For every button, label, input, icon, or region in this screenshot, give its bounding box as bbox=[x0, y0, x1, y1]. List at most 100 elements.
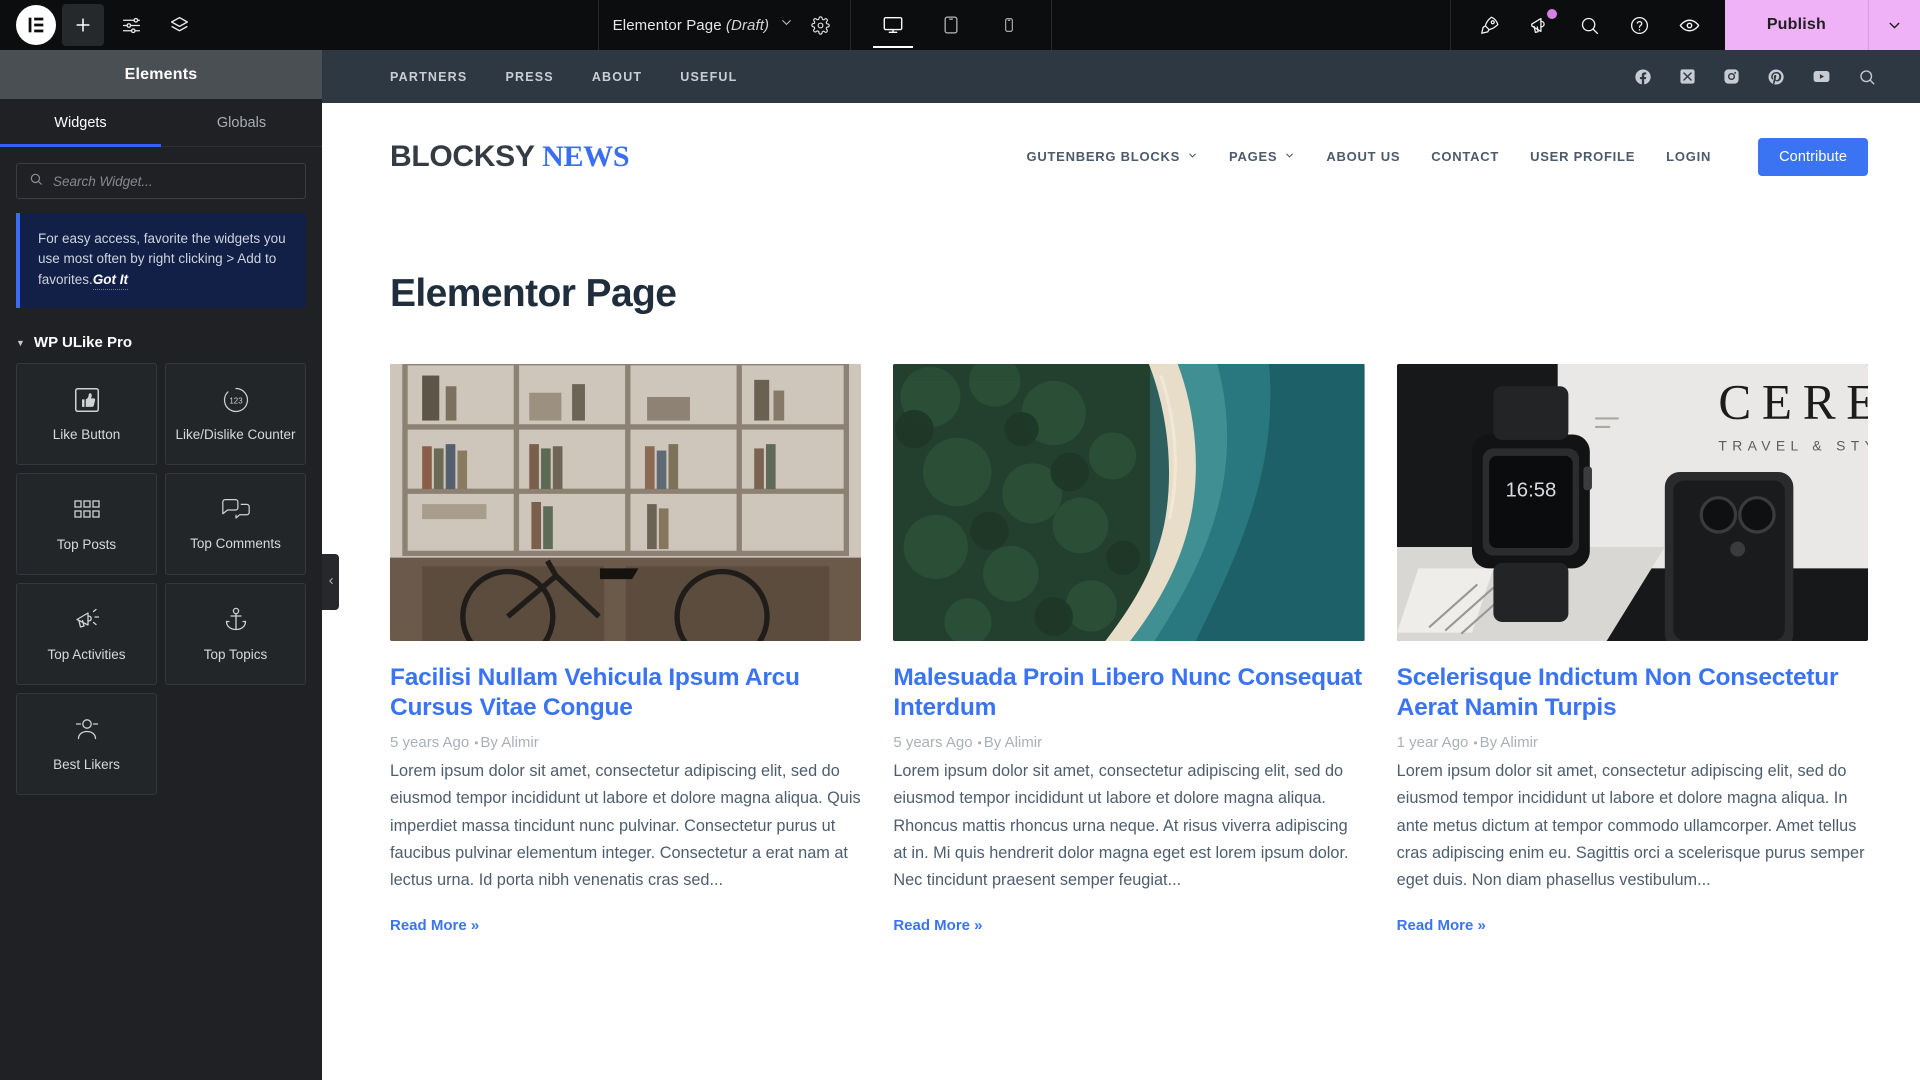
widget-top-activities[interactable]: Top Activities bbox=[16, 582, 157, 685]
widget-like-dislike-counter[interactable]: 123 Like/Dislike Counter bbox=[165, 362, 306, 465]
post-meta: 5 years Ago • By Alimir bbox=[390, 734, 861, 751]
tab-globals-label: Globals bbox=[216, 114, 267, 131]
utility-link-press[interactable]: PRESS bbox=[505, 70, 553, 84]
widget-category-wp-ulike-pro[interactable]: ▼ WP ULike Pro bbox=[0, 334, 322, 363]
svg-text:CEREA: CEREA bbox=[1718, 374, 1868, 429]
meta-separator: • bbox=[1473, 735, 1478, 750]
post-card: Facilisi Nullam Vehicula Ipsum Arcu Curs… bbox=[390, 364, 862, 934]
post-card: CEREA TRAVEL & STYLE bbox=[1396, 364, 1868, 934]
post-meta: 5 years Ago • By Alimir bbox=[893, 734, 1364, 751]
nav-item-gutenberg-blocks-label: GUTENBERG BLOCKS bbox=[1026, 149, 1181, 164]
nav-item-user-profile[interactable]: USER PROFILE bbox=[1530, 149, 1635, 164]
widget-like-button[interactable]: Like Button bbox=[16, 362, 157, 465]
widget-best-likers[interactable]: Best Likers bbox=[16, 692, 157, 795]
widget-top-posts[interactable]: Top Posts bbox=[16, 472, 157, 575]
widget-like-button-label: Like Button bbox=[52, 427, 121, 443]
post-title[interactable]: Facilisi Nullam Vehicula Ipsum Arcu Curs… bbox=[390, 663, 861, 723]
nav-item-login[interactable]: LOGIN bbox=[1666, 149, 1711, 164]
post-thumbnail-smartwatch[interactable]: CEREA TRAVEL & STYLE bbox=[1396, 364, 1868, 641]
document-status: (Draft) bbox=[725, 16, 770, 34]
utility-link-partners[interactable]: PARTNERS bbox=[390, 70, 467, 84]
utility-link-useful[interactable]: USEFUL bbox=[680, 70, 737, 84]
user-badge-icon bbox=[73, 715, 101, 745]
post-read-more-link[interactable]: Read More » bbox=[893, 917, 1364, 934]
device-desktop-button[interactable] bbox=[873, 2, 914, 48]
post-read-more-link[interactable]: Read More » bbox=[1397, 917, 1868, 934]
site-logo-part1: BLOCKSY bbox=[390, 139, 535, 173]
device-tablet-button[interactable] bbox=[935, 2, 967, 48]
preview-canvas: PARTNERS PRESS ABOUT USEFUL BLOCKSY NEWS… bbox=[322, 50, 1920, 1080]
search-icon[interactable] bbox=[1577, 12, 1603, 38]
search-icon[interactable] bbox=[1858, 68, 1876, 86]
page-title: Elementor Page bbox=[390, 272, 677, 315]
got-it-link[interactable]: Got It bbox=[92, 271, 129, 290]
x-twitter-icon[interactable] bbox=[1679, 68, 1696, 85]
widget-top-comments[interactable]: Top Comments bbox=[165, 472, 306, 575]
eye-icon[interactable] bbox=[1677, 12, 1703, 38]
tab-widgets-label: Widgets bbox=[54, 114, 107, 131]
site-logo-part2: NEWS bbox=[542, 139, 630, 173]
search-widget-box[interactable] bbox=[16, 163, 306, 199]
post-title[interactable]: Malesuada Proin Libero Nunc Consequat In… bbox=[893, 663, 1364, 723]
publish-options-button[interactable] bbox=[1868, 0, 1920, 50]
search-widget-input[interactable] bbox=[53, 173, 293, 189]
toolbar-action-icons bbox=[1449, 0, 1725, 50]
widget-top-topics-label: Top Topics bbox=[203, 647, 268, 663]
site-logo[interactable]: BLOCKSY NEWS bbox=[390, 139, 630, 174]
widget-top-posts-label: Top Posts bbox=[56, 537, 117, 553]
add-element-button[interactable] bbox=[62, 4, 104, 46]
elementor-logo-icon[interactable] bbox=[16, 5, 56, 45]
contribute-button[interactable]: Contribute bbox=[1758, 137, 1868, 176]
post-thumbnail-bookshelf[interactable] bbox=[390, 364, 862, 641]
comments-icon bbox=[220, 496, 252, 524]
nav-item-contact[interactable]: CONTACT bbox=[1431, 149, 1499, 164]
facebook-icon[interactable] bbox=[1634, 68, 1652, 86]
chevron-down-icon bbox=[1284, 149, 1295, 164]
widget-like-dislike-counter-label: Like/Dislike Counter bbox=[175, 427, 296, 443]
elementor-toolbar: Elementor Page (Draft) Publish bbox=[0, 0, 1920, 50]
document-title-text: Elementor Page bbox=[612, 16, 722, 34]
nav-item-gutenberg-blocks[interactable]: GUTENBERG BLOCKS bbox=[1026, 149, 1198, 164]
layers-button[interactable] bbox=[158, 4, 200, 46]
help-circle-icon[interactable] bbox=[1627, 12, 1653, 38]
post-grid: Facilisi Nullam Vehicula Ipsum Arcu Curs… bbox=[390, 364, 1868, 934]
toolbar-left-group bbox=[0, 0, 200, 50]
settings-sliders-button[interactable] bbox=[110, 4, 152, 46]
nav-item-pages[interactable]: PAGES bbox=[1229, 149, 1295, 164]
post-author: By Alimir bbox=[983, 733, 1043, 751]
post-excerpt: Lorem ipsum dolor sit amet, consectetur … bbox=[390, 761, 861, 890]
grid-icon bbox=[72, 495, 102, 525]
utility-link-about[interactable]: ABOUT bbox=[592, 70, 642, 84]
document-title[interactable]: Elementor Page (Draft) bbox=[613, 17, 769, 34]
nav-item-about-us[interactable]: ABOUT US bbox=[1326, 149, 1400, 164]
instagram-icon[interactable] bbox=[1723, 68, 1740, 85]
gear-icon[interactable] bbox=[804, 9, 836, 41]
post-read-more-link[interactable]: Read More » bbox=[390, 917, 861, 934]
svg-text:TRAVEL & STYLE: TRAVEL & STYLE bbox=[1718, 438, 1868, 454]
panel-tabs: Widgets Globals bbox=[0, 99, 322, 147]
post-thumbnail-coastline[interactable] bbox=[893, 364, 1365, 641]
megaphone-icon[interactable] bbox=[1527, 9, 1557, 38]
post-excerpt: Lorem ipsum dolor sit amet, consectetur … bbox=[893, 761, 1349, 890]
toolbar-center-group: Elementor Page (Draft) bbox=[200, 0, 1450, 50]
site-header: BLOCKSY NEWS GUTENBERG BLOCKS PAGES ABOU… bbox=[322, 103, 1920, 210]
chevron-down-icon[interactable] bbox=[779, 15, 794, 35]
site-social-links bbox=[1634, 67, 1876, 86]
post-title[interactable]: Scelerisque Indictum Non Consectetur Aer… bbox=[1397, 663, 1868, 723]
post-date: 1 year Ago bbox=[1396, 733, 1469, 751]
meta-separator: • bbox=[977, 735, 982, 750]
youtube-icon[interactable] bbox=[1812, 67, 1831, 86]
publish-button[interactable]: Publish bbox=[1724, 0, 1868, 50]
site-main-nav: GUTENBERG BLOCKS PAGES ABOUT US CONTACT … bbox=[1026, 137, 1868, 176]
panel-collapse-handle[interactable] bbox=[322, 554, 339, 610]
pinterest-icon[interactable] bbox=[1767, 68, 1785, 86]
device-mobile-button[interactable] bbox=[993, 2, 1025, 48]
tab-widgets[interactable]: Widgets bbox=[0, 99, 161, 147]
tab-globals[interactable]: Globals bbox=[161, 99, 322, 146]
caret-down-icon: ▼ bbox=[16, 338, 25, 349]
rocket-icon[interactable] bbox=[1477, 12, 1503, 38]
post-author: By Alimir bbox=[480, 733, 539, 751]
device-mode-switcher bbox=[851, 0, 1053, 50]
search-widget-container bbox=[0, 147, 322, 199]
widget-top-topics[interactable]: Top Topics bbox=[165, 582, 306, 685]
